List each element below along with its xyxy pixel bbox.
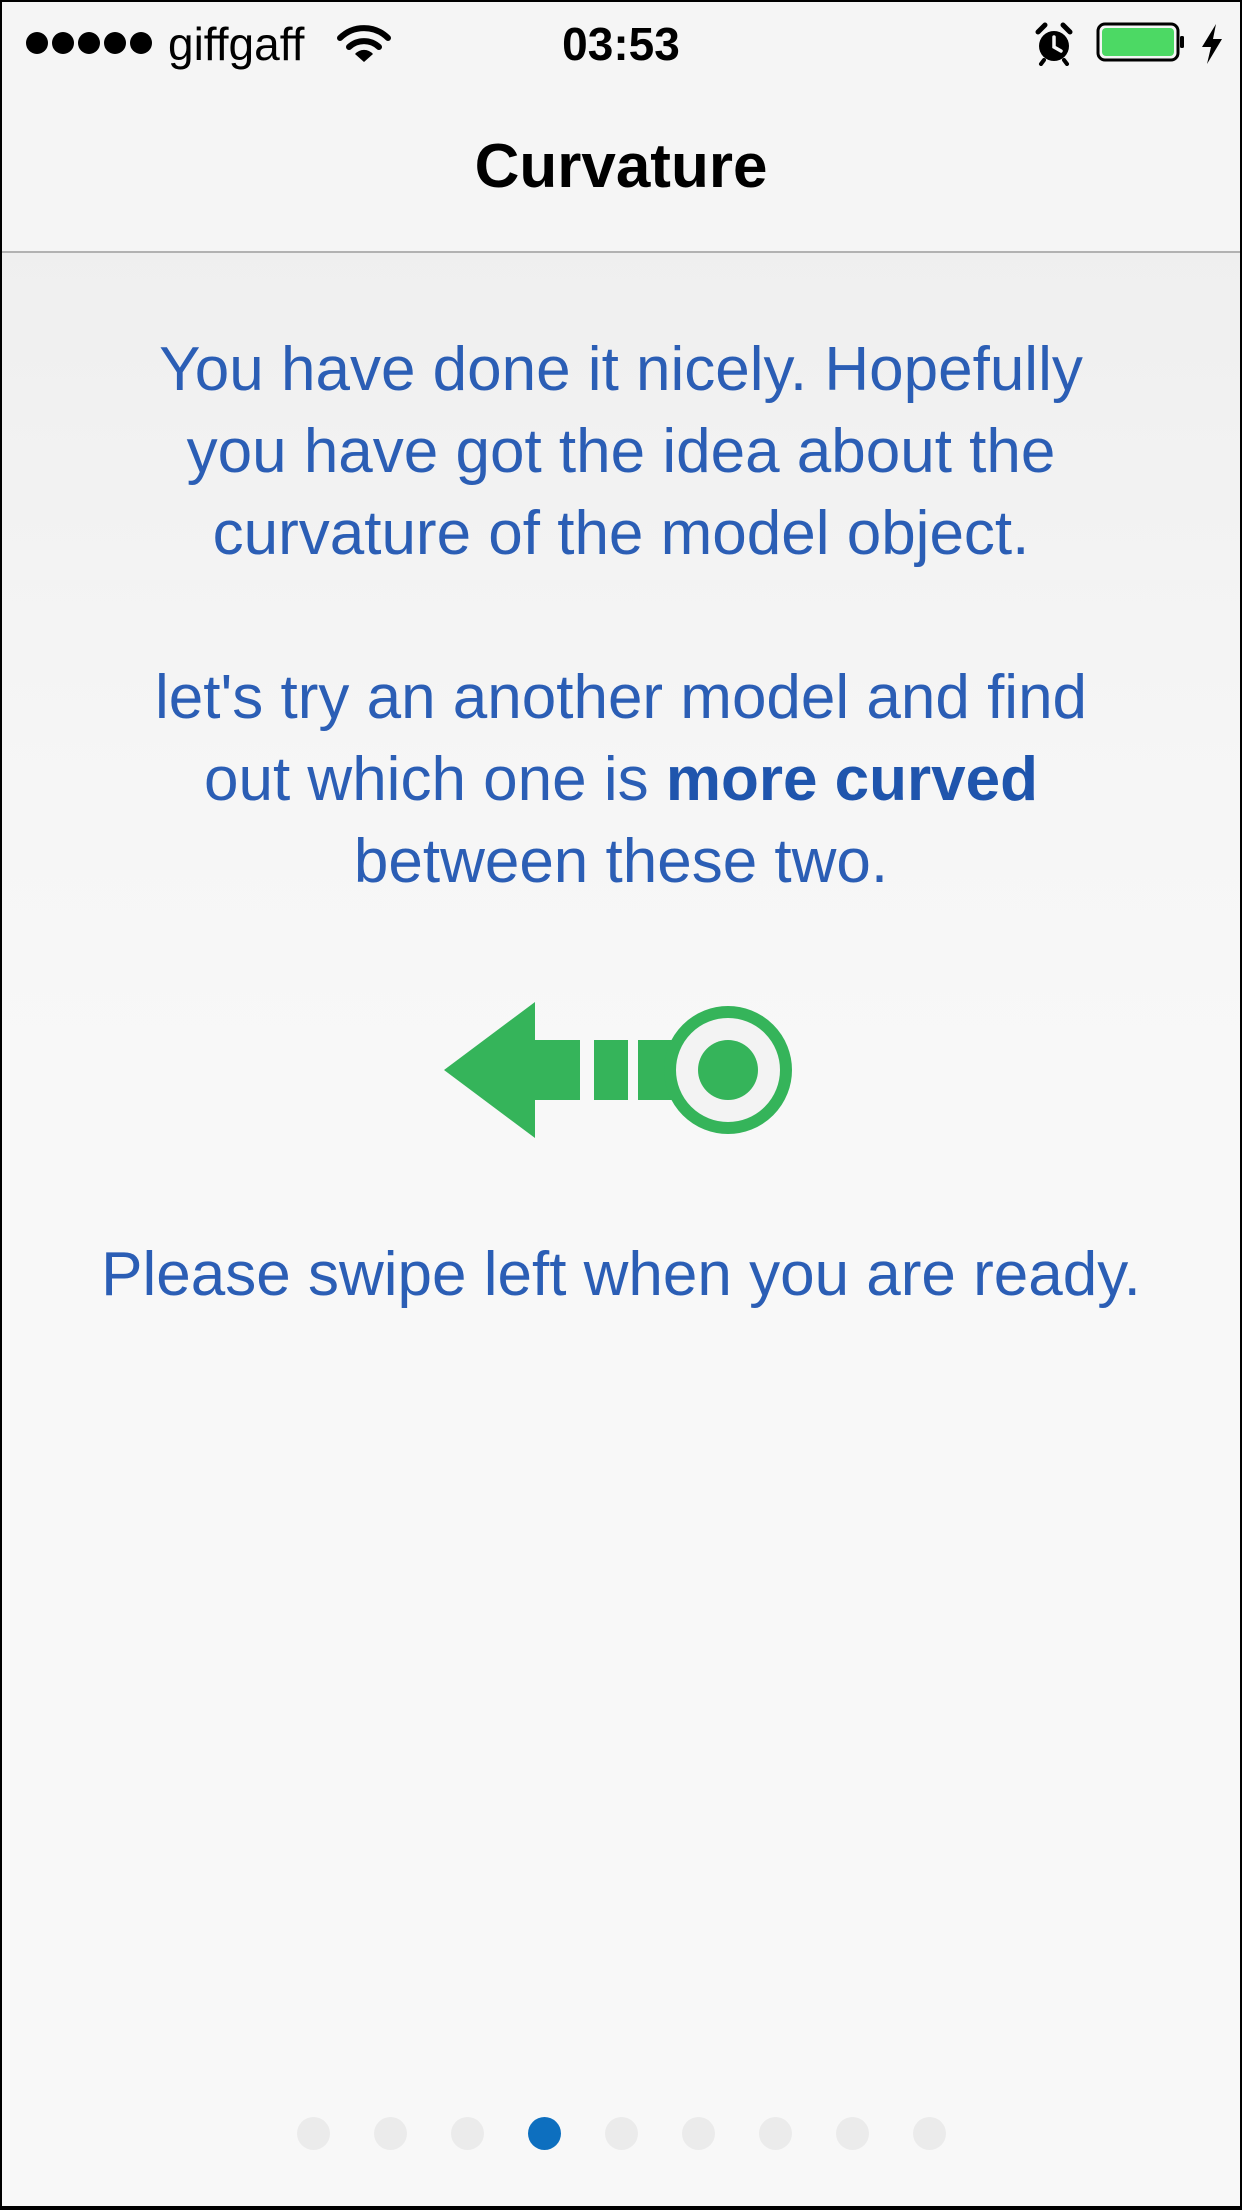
charging-bolt-icon: [1202, 24, 1222, 64]
battery-icon: [1096, 22, 1184, 62]
navigation-bar: Curvature: [2, 84, 1240, 253]
message-text: out which one is: [204, 745, 666, 814]
message-line: let's try an another model and find: [154, 663, 1088, 732]
message-line-with-emphasis: out which one is more curved: [62, 739, 1180, 821]
message-line: curvature of the model object.: [212, 499, 1030, 568]
alarm-clock-icon: [1035, 22, 1073, 66]
page-dot[interactable]: [604, 2117, 638, 2150]
message-line: You have done it nicely. Hopefully: [159, 335, 1083, 404]
tutorial-screen[interactable]: giffgaff 03:53 Curvature You have done i…: [2, 2, 1240, 2206]
page-dot[interactable]: [296, 2117, 330, 2150]
status-bar: giffgaff 03:53: [2, 2, 1240, 84]
swipe-left-arrow-icon: [444, 1002, 792, 1138]
success-message: You have done it nicely. Hopefully you h…: [62, 329, 1180, 575]
page-dot[interactable]: [758, 2117, 792, 2150]
message-line: you have got the idea about the: [186, 417, 1056, 486]
page-title: Curvature: [474, 132, 768, 201]
message-line: between these two.: [353, 827, 889, 896]
page-dot[interactable]: [835, 2117, 869, 2150]
page-dot[interactable]: [912, 2117, 946, 2150]
swipe-instruction: Please swipe left when you are ready.: [101, 1240, 1141, 1309]
next-task-message: let's try an another model and find out …: [62, 657, 1180, 903]
page-dot[interactable]: [450, 2117, 484, 2150]
page-dot-active[interactable]: [527, 2117, 561, 2150]
emphasis-text: more curved: [665, 745, 1038, 814]
page-dot[interactable]: [373, 2117, 407, 2150]
page-control[interactable]: [2, 2117, 1240, 2150]
page-dot[interactable]: [681, 2117, 715, 2150]
